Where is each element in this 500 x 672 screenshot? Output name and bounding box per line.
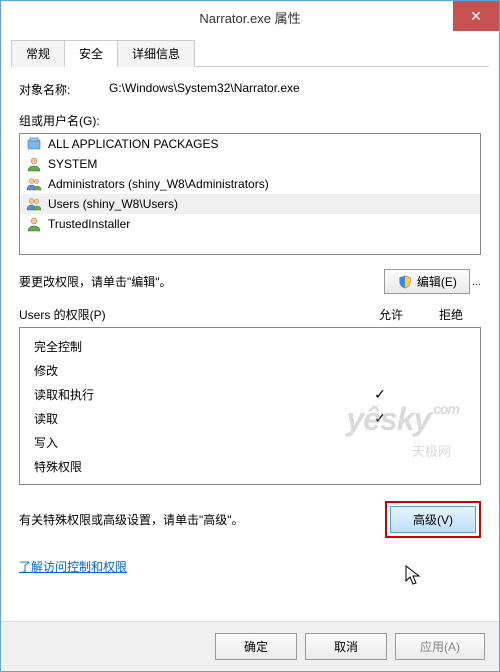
object-name-value: G:\Windows\System32\Narrator.exe — [109, 81, 481, 98]
list-item[interactable]: SYSTEM — [20, 154, 480, 174]
groups-label: 组或用户名(G): — [19, 112, 481, 129]
list-item-label: Users (shiny_W8\Users) — [48, 197, 178, 211]
ok-button[interactable]: 确定 — [215, 633, 297, 660]
permission-row: 特殊权限 — [34, 454, 470, 478]
list-item-label: Administrators (shiny_W8\Administrators) — [48, 177, 269, 191]
user-icon — [26, 216, 42, 232]
advanced-text: 有关特殊权限或高级设置，请单击"高级"。 — [19, 511, 385, 528]
permission-allow: ✓ — [350, 386, 410, 403]
permission-row: 完全控制 — [34, 334, 470, 358]
object-name-row: 对象名称: G:\Windows\System32\Narrator.exe — [19, 81, 481, 98]
tab-details[interactable]: 详细信息 — [117, 40, 195, 67]
list-item[interactable]: TrustedInstaller — [20, 214, 480, 234]
edit-button-label: 编辑(E) — [417, 273, 457, 290]
close-button[interactable]: ✕ — [453, 1, 499, 31]
advanced-button-label: 高级(V) — [413, 513, 453, 527]
list-item-label: ALL APPLICATION PACKAGES — [48, 137, 219, 151]
permissions-box: 完全控制修改读取和执行✓读取✓写入特殊权限 — [19, 327, 481, 485]
permissions-header: Users 的权限(P) 允许 拒绝 — [19, 306, 481, 323]
users-icon — [26, 176, 42, 192]
list-item[interactable]: ALL APPLICATION PACKAGES — [20, 134, 480, 154]
groups-listbox[interactable]: ALL APPLICATION PACKAGES SYSTEM Administra… — [19, 133, 481, 255]
permission-label: 完全控制 — [34, 338, 350, 355]
apply-button[interactable]: 应用(A) — [395, 633, 485, 660]
dialog-footer: 确定 取消 应用(A) — [1, 621, 499, 671]
tab-strip: 常规 安全 详细信息 — [1, 33, 499, 67]
permission-row: 写入 — [34, 430, 470, 454]
permission-label: 修改 — [34, 362, 350, 379]
learn-more-link[interactable]: 了解访问控制和权限 — [19, 558, 127, 575]
list-item-label: TrustedInstaller — [48, 217, 130, 231]
cancel-button[interactable]: 取消 — [305, 633, 387, 660]
deny-header: 拒绝 — [421, 306, 481, 323]
permission-allow: ✓ — [350, 410, 410, 427]
tab-general[interactable]: 常规 — [11, 40, 65, 67]
permission-label: 写入 — [34, 434, 350, 451]
permission-label: 读取 — [34, 410, 350, 427]
edit-text: 要更改权限，请单击"编辑"。 — [19, 273, 384, 290]
list-item[interactable]: Administrators (shiny_W8\Administrators) — [20, 174, 480, 194]
title-bar: Narrator.exe 属性 ✕ — [1, 1, 499, 33]
window-title: Narrator.exe 属性 — [1, 8, 499, 27]
close-icon: ✕ — [470, 8, 482, 25]
edit-row: 要更改权限，请单击"编辑"。 编辑(E) ... — [19, 269, 481, 294]
ellipsis-text: ... — [472, 276, 481, 288]
permission-label: 读取和执行 — [34, 386, 350, 403]
permission-row: 读取和执行✓ — [34, 382, 470, 406]
permission-row: 修改 — [34, 358, 470, 382]
shield-icon — [397, 274, 413, 290]
properties-window: Narrator.exe 属性 ✕ 常规 安全 详细信息 对象名称: G:\Wi… — [0, 0, 500, 672]
advanced-button[interactable]: 高级(V) — [390, 506, 476, 533]
permission-row: 读取✓ — [34, 406, 470, 430]
tab-content: 对象名称: G:\Windows\System32\Narrator.exe 组… — [1, 67, 499, 585]
advanced-row: 有关特殊权限或高级设置，请单击"高级"。 高级(V) — [19, 501, 481, 538]
list-item[interactable]: Users (shiny_W8\Users) — [20, 194, 480, 214]
list-item-label: SYSTEM — [48, 157, 97, 171]
tab-security[interactable]: 安全 — [64, 40, 118, 67]
permissions-title: Users 的权限(P) — [19, 306, 361, 323]
object-name-label: 对象名称: — [19, 81, 109, 98]
package-icon — [26, 136, 42, 152]
advanced-highlight: 高级(V) — [385, 501, 481, 538]
allow-header: 允许 — [361, 306, 421, 323]
permission-label: 特殊权限 — [34, 458, 350, 475]
edit-button[interactable]: 编辑(E) — [384, 269, 470, 294]
user-icon — [26, 156, 42, 172]
users-icon — [26, 196, 42, 212]
